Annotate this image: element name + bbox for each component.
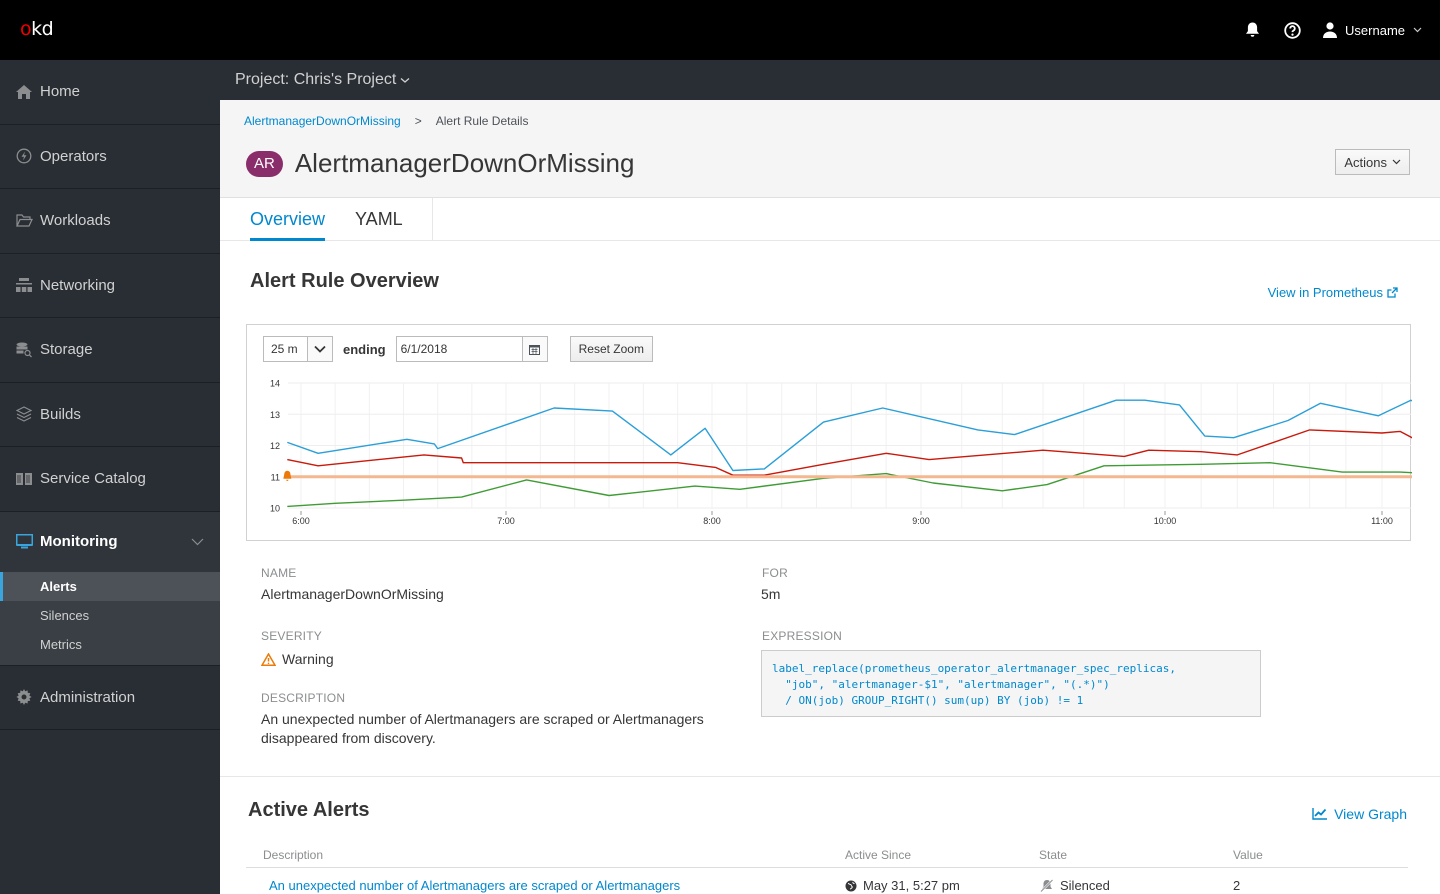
alert-bell-marker-icon[interactable] [283, 470, 292, 481]
breadcrumb-separator: > [414, 114, 422, 128]
sidebar-item-administration[interactable]: Administration [0, 666, 220, 730]
actions-button[interactable]: Actions [1335, 149, 1410, 175]
chevron-down-icon [1392, 159, 1401, 165]
breadcrumb-parent-link[interactable]: AlertmanagerDownOrMissing [244, 114, 401, 128]
active-alerts-title: Active Alerts [248, 799, 370, 821]
question-circle-icon[interactable] [1283, 21, 1301, 39]
x-tick-label: 7:00 [497, 516, 515, 526]
alert-description-link[interactable]: An unexpected number of Alertmanagers ar… [269, 878, 680, 893]
sidebar: Home Operators Workloads Networking Stor… [0, 60, 220, 894]
page-header: AlertmanagerDownOrMissing > Alert Rule D… [220, 100, 1440, 198]
resource-badge: AR [246, 150, 283, 177]
x-tick-label: 6:00 [292, 516, 310, 526]
user-menu[interactable]: Username [1323, 22, 1422, 38]
for-label: For [762, 566, 788, 580]
bolt-icon [15, 147, 33, 165]
expression-label: Expression [762, 629, 843, 643]
x-tick-label: 10:00 [1154, 516, 1177, 526]
sidebar-item-service-catalog[interactable]: Service Catalog [0, 447, 220, 512]
sidebar-subitem-metrics[interactable]: Metrics [0, 630, 220, 659]
globe-icon [845, 880, 857, 891]
timespan-dropdown[interactable]: 25 m [263, 336, 333, 362]
masthead: okd Username [0, 0, 1440, 60]
sidebar-item-operators[interactable]: Operators [0, 125, 220, 189]
query-chart-panel: 10 11 12 13 14 6:00 7:00 8:00 9:00 10:00 11:00 25 … [246, 324, 1412, 541]
tab-yaml[interactable]: YAML [355, 198, 403, 241]
series-line-red [287, 429, 1412, 476]
sidebar-item-workloads[interactable]: Workloads [0, 189, 220, 254]
chevron-down-icon [1413, 27, 1422, 33]
x-tick-label: 9:00 [912, 516, 930, 526]
active-since-cell: May 31, 5:27 pm [845, 878, 960, 893]
alerts-table-header: Description Active Since State Value [246, 846, 1408, 868]
column-header-state[interactable]: State [1039, 848, 1067, 862]
column-header-description[interactable]: Description [263, 848, 323, 862]
database-icon [15, 341, 33, 359]
value-cell: 2 [1233, 878, 1241, 893]
sidebar-subitem-silences[interactable]: Silences [0, 601, 220, 630]
series-line-green [287, 461, 1412, 508]
external-link-icon [1387, 287, 1398, 298]
column-header-active-since[interactable]: Active Since [845, 848, 911, 862]
view-graph-link[interactable]: View Graph [1312, 806, 1407, 822]
home-icon [15, 83, 33, 101]
reset-zoom-button[interactable]: Reset Zoom [569, 336, 653, 362]
y-tick-label: 12 [270, 441, 280, 451]
state-cell: Silenced [1040, 878, 1110, 893]
user-icon [1323, 22, 1338, 38]
y-tick-label: 13 [270, 410, 280, 420]
expression-code: label_replace(prometheus_operator_alertm… [761, 650, 1261, 717]
monitor-icon [15, 533, 33, 551]
tab-bar: Overview YAML [220, 198, 1440, 241]
x-tick-label: 11:00 [1371, 516, 1393, 526]
gear-icon [15, 688, 33, 706]
folder-open-icon [15, 212, 33, 230]
for-value: 5m [761, 586, 781, 602]
description-label: Description [261, 691, 346, 705]
name-value: AlertmanagerDownOrMissing [261, 586, 444, 602]
sidebar-item-home[interactable]: Home [0, 60, 220, 125]
layers-icon [15, 405, 33, 423]
page-title: AlertmanagerDownOrMissing [294, 148, 635, 178]
description-value: An unexpected number of Alertmanagers ar… [261, 711, 704, 746]
okd-logo[interactable]: okd [20, 18, 54, 40]
sidebar-item-networking[interactable]: Networking [0, 254, 220, 318]
sidebar-item-storage[interactable]: Storage [0, 318, 220, 383]
sidebar-subitem-alerts[interactable]: Alerts [0, 571, 220, 601]
warning-triangle-icon [261, 653, 276, 666]
ending-label: ending [343, 341, 386, 357]
tab-overview[interactable]: Overview [250, 198, 326, 241]
timespan-value[interactable]: 25 m [264, 337, 308, 361]
y-tick-label: 11 [271, 472, 280, 482]
sidebar-item-builds[interactable]: Builds [0, 383, 220, 447]
line-chart-icon [1312, 808, 1328, 820]
severity-value: Warning [261, 650, 334, 669]
y-tick-label: 14 [270, 379, 280, 389]
calendar-icon[interactable] [522, 337, 547, 361]
y-tick-label: 10 [270, 504, 280, 514]
column-header-value[interactable]: Value [1233, 848, 1263, 862]
end-date-input[interactable]: 6/1/2018 [395, 336, 548, 362]
chevron-down-icon[interactable] [308, 337, 332, 361]
x-tick-label: 8:00 [703, 516, 721, 526]
name-label: Name [261, 566, 297, 580]
chevron-down-icon [191, 533, 204, 550]
sidebar-item-monitoring[interactable]: Monitoring [0, 511, 220, 572]
breadcrumb: AlertmanagerDownOrMissing > Alert Rule D… [244, 114, 528, 128]
bell-icon[interactable] [1243, 21, 1261, 39]
chevron-down-icon [400, 77, 410, 83]
project-selector[interactable]: Project: Chris's Project [220, 60, 1440, 100]
section-divider [220, 776, 1440, 777]
book-icon [15, 470, 33, 488]
severity-label: Severity [261, 629, 322, 643]
sitemap-icon [15, 276, 33, 294]
username: Username [1345, 22, 1405, 38]
overview-title: Alert Rule Overview [250, 270, 439, 292]
monitoring-subnav: Alerts Silences Metrics [0, 571, 220, 666]
bell-slash-icon [1040, 879, 1054, 892]
breadcrumb-current: Alert Rule Details [435, 114, 529, 128]
view-in-prometheus-link[interactable]: View in Prometheus [1268, 285, 1398, 300]
